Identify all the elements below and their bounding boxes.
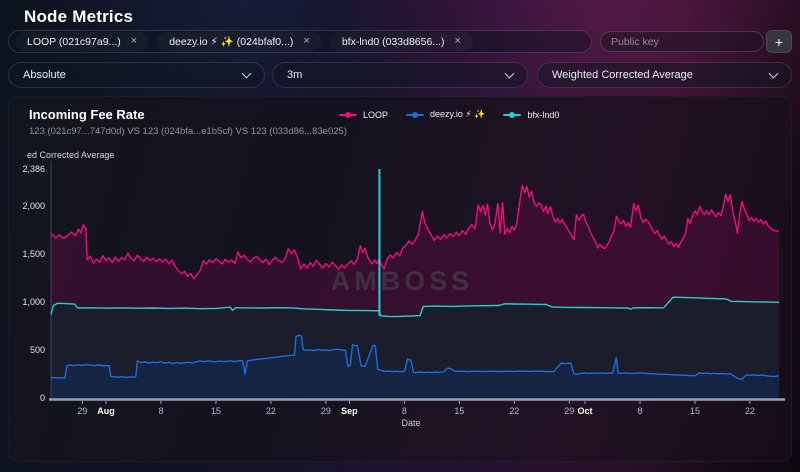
- page-title: Node Metrics: [24, 7, 133, 27]
- y-tick-label: 1,000: [22, 297, 45, 307]
- x-tick-label: 29: [77, 406, 87, 416]
- x-tick-label: 8: [637, 406, 642, 416]
- y-tick-label: 1,500: [22, 249, 45, 259]
- x-tick-label: Aug: [97, 406, 115, 416]
- amboss-watermark: AMBOSS: [331, 266, 474, 296]
- x-tick-label: 8: [402, 406, 407, 416]
- y-tick-label: 2,000: [22, 201, 45, 211]
- time-range-select[interactable]: 3m: [272, 62, 528, 88]
- time-range-value: 3m: [287, 69, 302, 81]
- x-tick-label: 22: [745, 406, 755, 416]
- y-tick-label: 500: [30, 345, 45, 355]
- add-node-button[interactable]: +: [766, 30, 792, 53]
- remove-chip-icon[interactable]: ×: [131, 36, 137, 47]
- node-chip-deezy[interactable]: deezy.io ⚡ ✨ (024bfaf0...) ×: [157, 32, 322, 51]
- chevron-down-icon: [505, 68, 515, 78]
- x-tick-label: 15: [211, 406, 221, 416]
- x-tick-label: 8: [158, 406, 163, 416]
- y-tick-label: 0: [40, 393, 45, 403]
- aggregation-select[interactable]: Weighted Corrected Average: [537, 62, 792, 88]
- x-tick-label: 15: [690, 406, 700, 416]
- fee-rate-chart: AMBOSS 0 500 1,000 1,500 2,000 2,386 29 Aug 8 15 22…: [9, 97, 792, 462]
- aggregation-value: Weighted Corrected Average: [552, 69, 693, 81]
- y-tick-label: 2,386: [22, 164, 45, 174]
- node-chip-bfx[interactable]: bfx-lnd0 (033d8656...) ×: [330, 32, 473, 51]
- metric-mode-value: Absolute: [23, 69, 66, 81]
- node-chips-bar: LOOP (021c97a9...) × deezy.io ⚡ ✨ (024bf…: [8, 30, 592, 53]
- x-tick-label: Sep: [341, 406, 358, 416]
- x-axis-title: Date: [401, 418, 420, 428]
- chart-panel: Incoming Fee Rate LOOP deezy.io ⚡ ✨ bfx-…: [8, 96, 792, 462]
- x-tick-label: 29: [564, 406, 574, 416]
- metric-mode-select[interactable]: Absolute: [8, 62, 265, 88]
- node-chip-label: bfx-lnd0 (033d8656...): [342, 36, 445, 48]
- x-tick-label: 29: [321, 406, 331, 416]
- node-chip-label: deezy.io ⚡ ✨ (024bfaf0...): [169, 35, 293, 48]
- x-tick-label: Oct: [578, 406, 593, 416]
- x-tick-label: 15: [454, 406, 464, 416]
- node-chip-loop[interactable]: LOOP (021c97a9...) ×: [15, 32, 149, 51]
- remove-chip-icon[interactable]: ×: [455, 36, 461, 47]
- x-tick-label: 22: [266, 406, 276, 416]
- remove-chip-icon[interactable]: ×: [303, 36, 309, 47]
- chevron-down-icon: [242, 68, 252, 78]
- public-key-input[interactable]: [600, 31, 764, 52]
- node-chip-label: LOOP (021c97a9...): [27, 36, 121, 48]
- x-tick-label: 22: [509, 406, 519, 416]
- chevron-down-icon: [769, 68, 779, 78]
